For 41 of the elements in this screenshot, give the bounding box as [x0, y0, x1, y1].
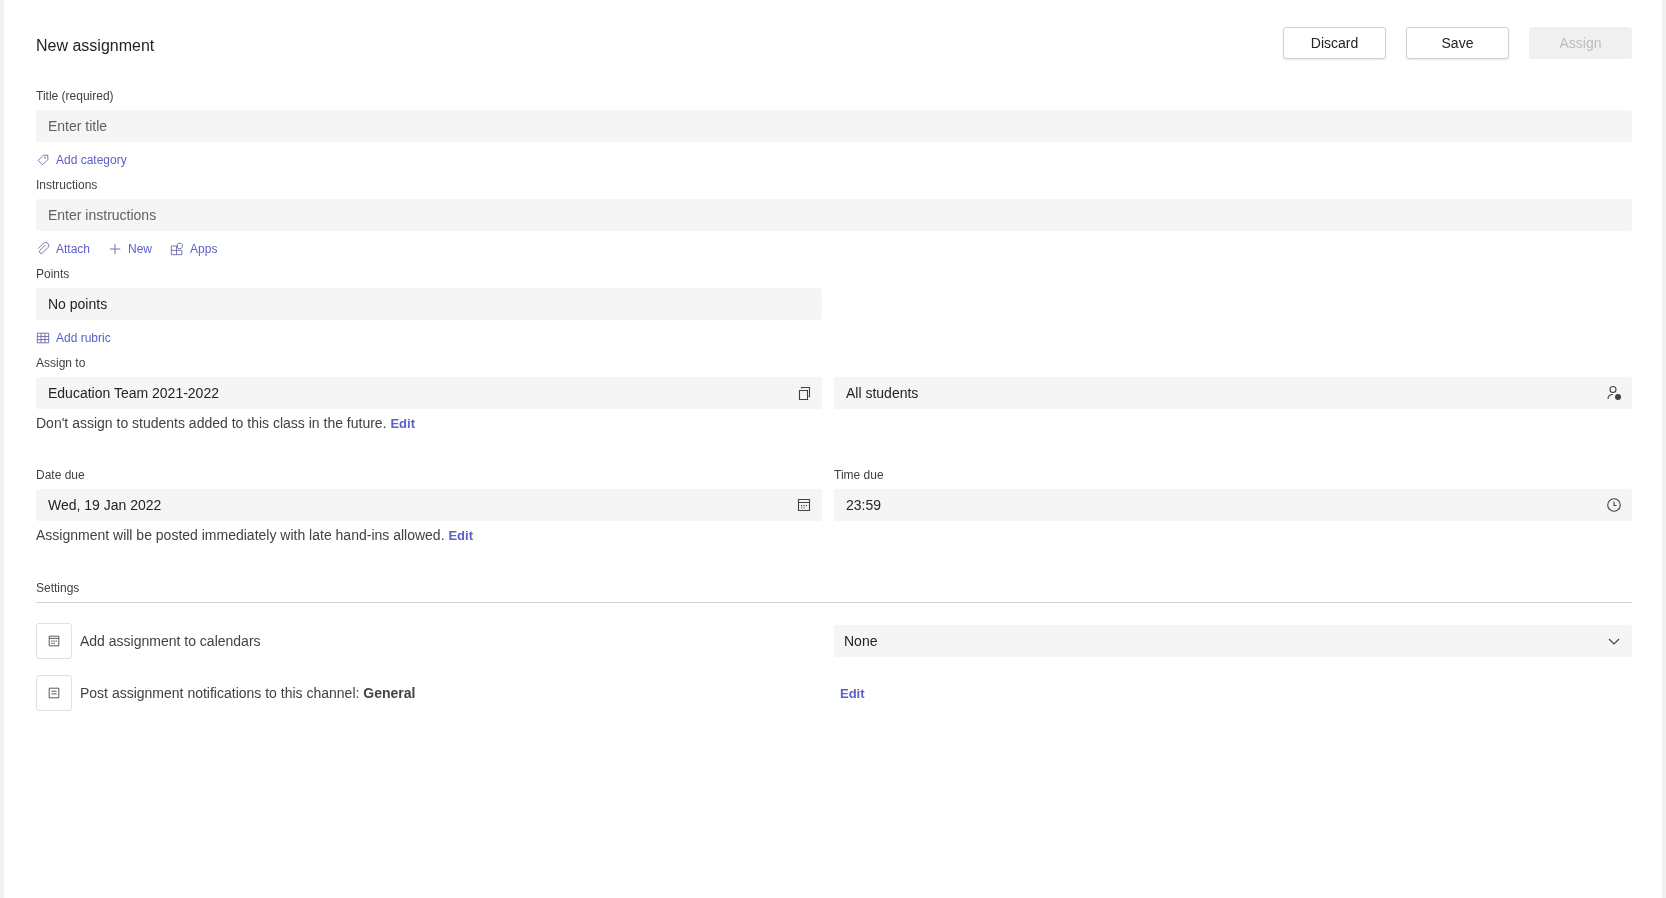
settings-heading: Settings	[36, 581, 1632, 603]
calendar-icon	[47, 634, 61, 648]
page-title: New assignment	[36, 37, 155, 55]
field-label: Time due	[834, 468, 885, 482]
post-icon	[47, 686, 61, 700]
plus-icon	[108, 242, 123, 256]
field-label: Title (required)	[36, 89, 115, 103]
setting-text: Post assignment notifications to this channel: General	[80, 685, 416, 701]
toolbar-link[interactable]: Apps	[170, 242, 218, 256]
field-label: Instructions	[36, 178, 99, 192]
time-picker-field[interactable]: 23:59	[834, 489, 1632, 521]
field-label: Assign to	[36, 356, 87, 370]
field-label: Points	[36, 267, 71, 281]
class-picker-field[interactable]: Education Team 2021-2022	[36, 377, 822, 409]
calendar-dropdown[interactable]: None	[834, 625, 1632, 657]
action-button[interactable]: Save	[1406, 27, 1509, 59]
instructions-input-field[interactable]: Enter instructions	[36, 199, 1632, 231]
edit-link[interactable]: Edit	[840, 686, 865, 701]
person-add-icon	[1606, 385, 1622, 401]
action-button[interactable]: Discard	[1283, 27, 1386, 59]
toolbar-link[interactable]: Attach	[36, 242, 91, 256]
add-rubric-link[interactable]: Add rubric	[36, 331, 111, 345]
grid-icon	[36, 331, 50, 345]
title-input-field[interactable]: Enter title	[36, 110, 1632, 142]
students-picker-field[interactable]: All students	[834, 377, 1632, 409]
clock-icon	[1606, 497, 1622, 513]
date-picker-field[interactable]: Wed, 19 Jan 2022	[36, 489, 822, 521]
calendar-icon	[796, 497, 812, 513]
schedule-note: Assignment will be posted immediately with late hand-ins allowed. Edit	[36, 527, 474, 543]
toolbar-link[interactable]: New	[108, 242, 153, 256]
field-label: Date due	[36, 468, 86, 482]
paperclip-icon	[36, 242, 50, 256]
edit-link[interactable]: Edit	[390, 416, 415, 431]
assign-note: Don't assign to students added to this class in the future. Edit	[36, 415, 416, 431]
apps-icon	[170, 242, 185, 256]
edit-link[interactable]: Edit	[448, 528, 473, 543]
setting-text: Add assignment to calendars	[80, 633, 261, 649]
add-category-link[interactable]: Add category	[36, 153, 127, 167]
copy-icon	[796, 385, 812, 401]
points-input-field[interactable]: No points	[36, 288, 822, 320]
tag-icon	[36, 153, 50, 167]
